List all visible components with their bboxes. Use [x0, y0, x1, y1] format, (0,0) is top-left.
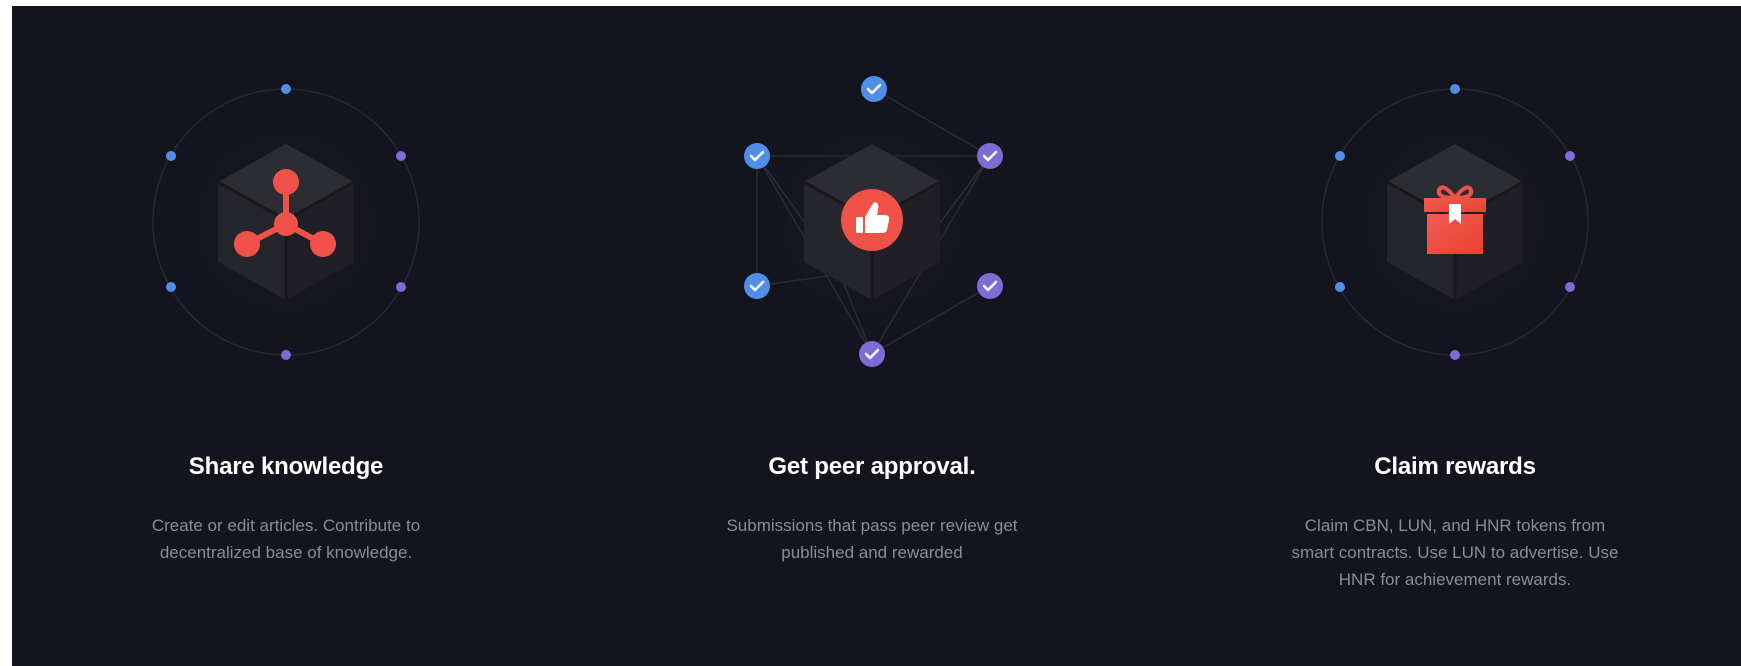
feature-share-knowledge: Share knowledge Create or edit articles.… — [26, 6, 546, 666]
check-node-icon — [977, 273, 1003, 299]
feature-title: Get peer approval. — [768, 453, 976, 480]
check-node-icon — [977, 143, 1003, 169]
check-node-icon — [744, 143, 770, 169]
feature-description: Create or edit articles. Contribute to d… — [151, 516, 421, 562]
check-node-icon — [859, 341, 885, 367]
feature-get-peer-approval: Get peer approval. Submissions that pass… — [612, 6, 1132, 666]
feature-title: Share knowledge — [188, 453, 384, 480]
feature-title: Claim rewards — [1374, 453, 1536, 480]
feature-description: Submissions that pass peer review get pu… — [726, 516, 1018, 562]
feature-claim-rewards: Claim rewards Claim CBN, LUN, and HNR to… — [1195, 6, 1715, 666]
feature-description: Claim CBN, LUN, and HNR tokens from smar… — [1291, 516, 1619, 589]
thumbs-up-icon — [841, 189, 903, 251]
share-knowledge-illustration — [136, 74, 436, 394]
peer-approval-illustration — [722, 74, 1022, 394]
features-section: Share knowledge Create or edit articles.… — [12, 6, 1741, 666]
claim-rewards-illustration — [1305, 74, 1605, 394]
check-node-icon — [861, 76, 887, 102]
check-node-icon — [744, 273, 770, 299]
